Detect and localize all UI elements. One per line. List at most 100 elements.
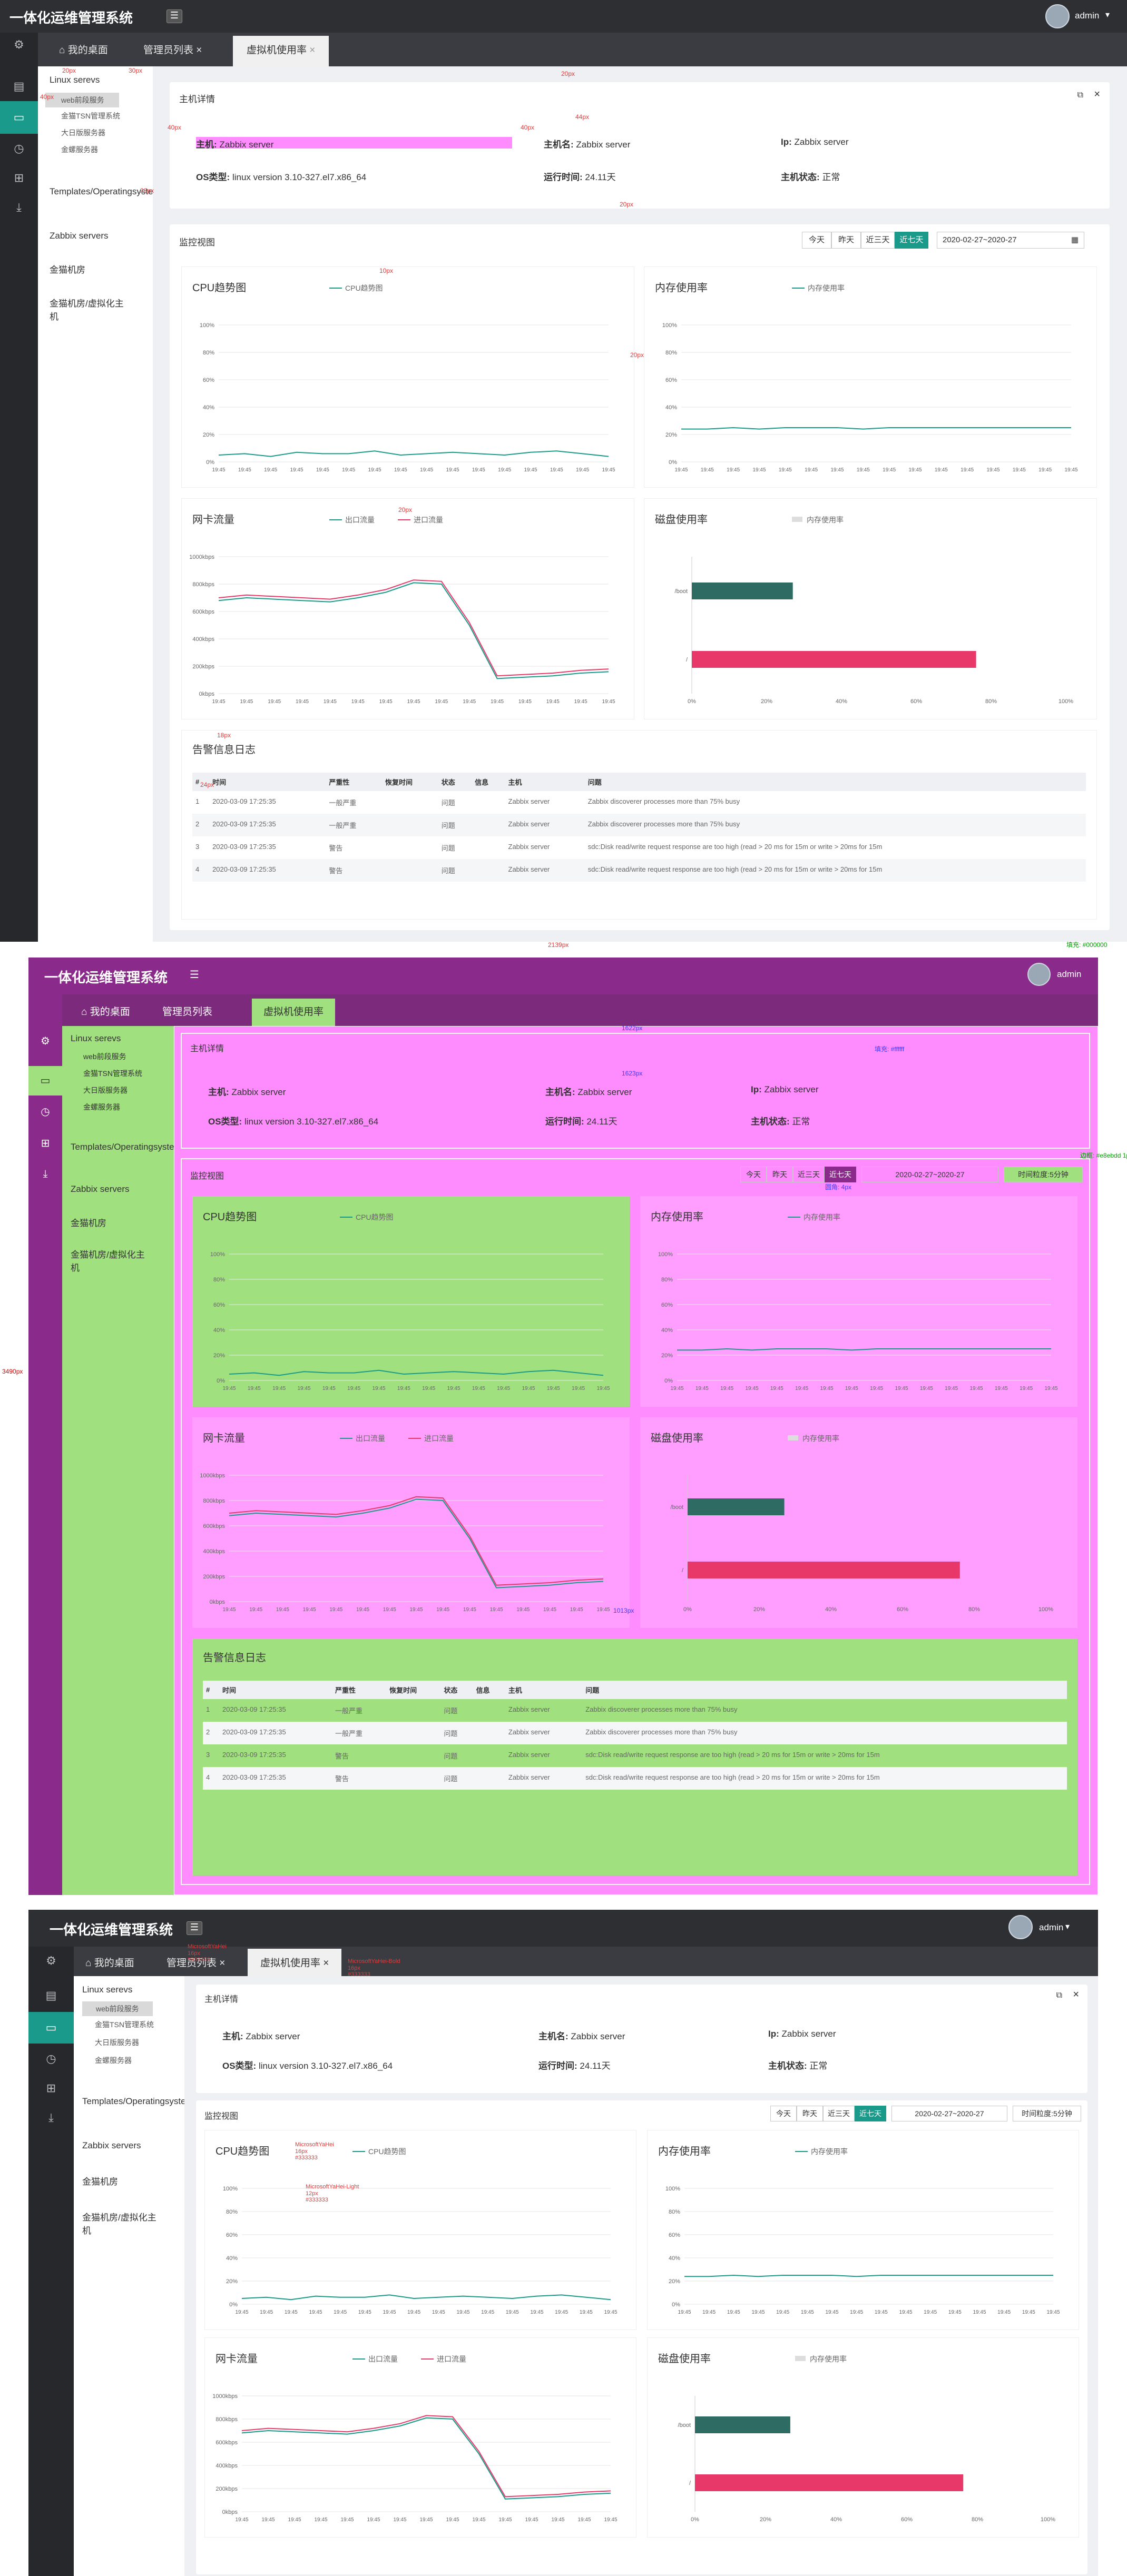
chevron-down-icon[interactable]: ▾	[1065, 1921, 1070, 1932]
table-row[interactable]: 4 2020-03-09 17:25:35 警告 问题 Zabbix server sdc…	[192, 859, 1086, 882]
user-name[interactable]: admin	[1057, 969, 1081, 980]
settings-icon[interactable]: ⚙	[0, 38, 38, 64]
column-header[interactable]: 主机	[505, 773, 585, 791]
date-range-input[interactable]: 2020-02-27~2020-27	[861, 1167, 998, 1182]
window-icon[interactable]: ⧉	[1077, 91, 1083, 100]
calendar-icon[interactable]: ▦	[1071, 232, 1079, 248]
menu-zabbix-servers[interactable]: Zabbix servers	[71, 1184, 129, 1195]
column-header[interactable]: 严重性	[332, 1681, 386, 1699]
table-row[interactable]: 1 2020-03-09 17:25:35 一般严重 问题 Zabbix server Z…	[203, 1699, 1067, 1722]
table-row[interactable]: 3 2020-03-09 17:25:35 警告 问题 Zabbix server sdc…	[192, 836, 1086, 859]
menu-zabbix-servers[interactable]: Zabbix servers	[82, 2140, 141, 2151]
column-header[interactable]: 严重性	[326, 773, 382, 791]
menu-web-frontend[interactable]: web前段服务	[45, 93, 119, 107]
range-3days[interactable]: 近三天	[793, 1167, 825, 1182]
menu-toggle-icon[interactable]: ☰	[190, 968, 199, 981]
table-row[interactable]: 2 2020-03-09 17:25:35 一般严重 问题 Zabbix server Z…	[192, 814, 1086, 836]
menu-big-server[interactable]: 大日版服务器	[83, 1085, 128, 1095]
tab-vm-usage[interactable]: 虚拟机使用率	[252, 999, 336, 1026]
menu-linux-servers[interactable]: Linux serevs	[82, 1985, 132, 1995]
range-today[interactable]: 今天	[770, 2106, 797, 2121]
settings-icon[interactable]: ⚙	[28, 1954, 74, 1968]
document-icon[interactable]: ▤	[0, 72, 38, 101]
menu-jinmao-virtual[interactable]: 金猫机房/虚拟化主机	[82, 2210, 161, 2236]
column-header[interactable]: 时间	[209, 773, 326, 791]
monitor-icon[interactable]: ▭	[28, 1066, 62, 1095]
tab-vm-usage[interactable]: 虚拟机使用率 ×	[233, 36, 329, 66]
date-range-input[interactable]: 2020-02-27~2020-27 ▦	[937, 232, 1084, 249]
menu-zabbix-servers[interactable]: Zabbix servers	[50, 231, 108, 241]
menu-linux-servers[interactable]: Linux serevs	[71, 1033, 121, 1044]
column-header[interactable]: 信息	[473, 1681, 505, 1699]
monitor-icon[interactable]: ▭	[0, 101, 38, 134]
menu-tsn-system[interactable]: 金猫TSN管理系统	[61, 111, 120, 121]
range-yesterday[interactable]: 昨天	[797, 2106, 823, 2121]
avatar[interactable]	[1008, 1915, 1033, 1939]
table-row[interactable]: 3 2020-03-09 17:25:35 警告 问题 Zabbix server sdc…	[203, 1744, 1067, 1767]
grid-icon[interactable]: ⊞	[28, 2081, 74, 2095]
menu-kingdee-server[interactable]: 金螺服务器	[83, 1102, 120, 1112]
range-3days[interactable]: 近三天	[861, 232, 895, 249]
range-7days[interactable]: 近七天	[895, 232, 928, 249]
table-row[interactable]: 4 2020-03-09 17:25:35 警告 问题 Zabbix server sdc…	[203, 1767, 1067, 1790]
column-header[interactable]: 状态	[438, 773, 472, 791]
menu-jinmao-room[interactable]: 金猫机房	[71, 1216, 106, 1229]
clock-icon[interactable]: ◷	[0, 134, 38, 163]
close-icon[interactable]: ×	[309, 45, 315, 56]
table-row[interactable]: 2 2020-03-09 17:25:35 一般严重 问题 Zabbix server Z…	[203, 1722, 1067, 1744]
column-header[interactable]: 恢复时间	[382, 773, 438, 791]
column-header[interactable]: #	[203, 1681, 219, 1699]
menu-toggle-icon[interactable]: ☰	[166, 9, 182, 23]
close-icon[interactable]: ×	[1094, 88, 1100, 101]
menu-toggle-icon[interactable]: ☰	[187, 1921, 202, 1935]
tab-admin-list[interactable]: 管理员列表	[162, 1004, 212, 1018]
window-icon[interactable]: ⧉	[1056, 1991, 1062, 2000]
menu-kingdee-server[interactable]: 金螺服务器	[61, 144, 98, 155]
menu-templates[interactable]: Templates/Operatingsystems	[82, 2096, 198, 2107]
document-icon[interactable]: ▤	[28, 1989, 74, 2002]
menu-templates[interactable]: Templates/Operatingsystems	[71, 1142, 186, 1152]
menu-jinmao-room[interactable]: 金猫机房	[50, 262, 85, 275]
range-3days[interactable]: 近三天	[823, 2106, 855, 2121]
download-icon[interactable]: ⤓	[0, 193, 38, 222]
menu-linux-servers[interactable]: Linux serevs	[50, 75, 100, 85]
column-header[interactable]: 恢复时间	[386, 1681, 440, 1699]
close-icon[interactable]: ×	[1073, 1989, 1079, 2001]
column-header[interactable]: 时间	[219, 1681, 332, 1699]
tab-desktop[interactable]: ⌂ 我的桌面	[59, 42, 108, 56]
date-range-input[interactable]: 2020-02-27~2020-27	[891, 2106, 1007, 2121]
download-icon[interactable]: ⤓	[28, 2111, 74, 2125]
tab-admin-list[interactable]: 管理员列表 ×	[143, 42, 202, 56]
menu-big-server[interactable]: 大日版服务器	[95, 2037, 139, 2048]
download-icon[interactable]: ⤓	[28, 1168, 62, 1180]
column-header[interactable]: 问题	[585, 773, 1086, 791]
menu-big-server[interactable]: 大日版服务器	[61, 127, 105, 138]
user-name[interactable]: admin	[1039, 1922, 1063, 1933]
tab-desktop[interactable]: ⌂ 我的桌面	[81, 1004, 130, 1018]
menu-tsn-system[interactable]: 金猫TSN管理系统	[83, 1068, 142, 1079]
clock-icon[interactable]: ◷	[28, 2052, 74, 2066]
menu-templates[interactable]: Templates/Operatingsystems	[50, 186, 165, 197]
menu-jinmao-room[interactable]: 金猫机房	[82, 2174, 118, 2187]
avatar[interactable]	[1045, 4, 1070, 28]
range-7days[interactable]: 近七天	[855, 2106, 886, 2121]
grid-icon[interactable]: ⊞	[28, 1137, 62, 1150]
menu-web-frontend[interactable]: web前段服务	[83, 1051, 126, 1062]
range-yesterday[interactable]: 昨天	[831, 232, 861, 249]
settings-icon[interactable]: ⚙	[28, 1034, 62, 1048]
range-today[interactable]: 今天	[802, 232, 831, 249]
range-7days[interactable]: 近七天	[825, 1167, 856, 1182]
granularity-select[interactable]: 时间粒度:5分钟	[1004, 1167, 1083, 1182]
column-header[interactable]: 信息	[472, 773, 505, 791]
range-today[interactable]: 今天	[740, 1167, 767, 1182]
granularity-select[interactable]: 时间粒度:5分钟	[1013, 2106, 1081, 2121]
column-header[interactable]: 问题	[582, 1681, 1067, 1699]
column-header[interactable]: 主机	[505, 1681, 582, 1699]
chevron-down-icon[interactable]: ▾	[1105, 9, 1110, 20]
tab-desktop[interactable]: ⌂ 我的桌面	[85, 1955, 134, 1969]
grid-icon[interactable]: ⊞	[0, 163, 38, 193]
menu-jinmao-virtual[interactable]: 金猫机房/虚拟化主机	[71, 1247, 150, 1274]
avatar[interactable]	[1027, 963, 1051, 986]
tab-vm-usage[interactable]: 虚拟机使用率 ×	[248, 1949, 342, 1976]
monitor-icon[interactable]: ▭	[28, 2012, 74, 2044]
